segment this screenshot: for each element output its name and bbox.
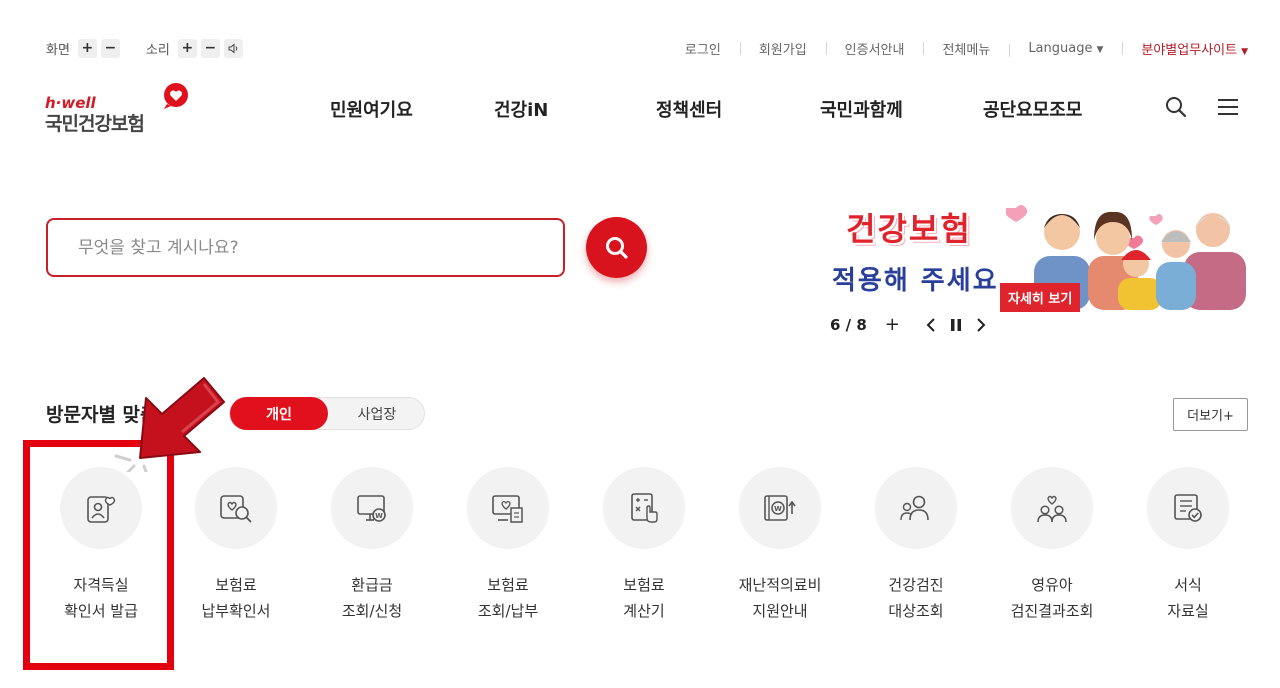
- quick-item-label-line2: 조회/신청: [341, 602, 403, 620]
- caret-down-icon: ▼: [1096, 44, 1104, 55]
- quick-item-payment-confirmation[interactable]: 보험료 납부확인서: [168, 467, 304, 624]
- quick-item-label-line1: 재난적의료비: [738, 576, 822, 594]
- certificate-guide-link[interactable]: 인증서안내: [825, 39, 924, 58]
- nav-policy-center[interactable]: 정책센터: [656, 96, 722, 122]
- accessibility-controls: 화면 + − 소리 + −: [46, 38, 243, 58]
- health-checkup-icon: [900, 495, 929, 521]
- top-links: 로그인 회원가입 인증서안내 전체메뉴 Language ▼ 분야별업무사이트 ▼: [666, 39, 1248, 58]
- visitor-type-toggle: 개인 사업장: [229, 397, 425, 430]
- search-heart-icon: [220, 495, 252, 523]
- quick-item-label-line2: 자료실: [1167, 602, 1209, 620]
- premium-pay-icon: [492, 495, 523, 523]
- quick-item-infant-checkup[interactable]: 영유아 검진결과조회: [984, 467, 1120, 624]
- logo-name: 국민건강보험: [45, 113, 145, 135]
- screen-size-label: 화면: [46, 42, 70, 58]
- quick-item-label-line1: 보험료: [487, 576, 529, 594]
- search-icon: [605, 236, 628, 259]
- quick-item-label-line1: 보험료: [623, 576, 665, 594]
- screen-zoom-out-button[interactable]: −: [100, 38, 120, 58]
- banner-headline: 건강보험: [846, 210, 972, 248]
- utility-bar: 화면 + − 소리 + − 로그인 회원가입 인증서안내 전체메뉴 Langua…: [46, 36, 1248, 60]
- quick-item-label-line2: 조회/납부: [477, 602, 539, 620]
- promo-banner[interactable]: 건강보험 적용해 주세요 자세히 보기: [828, 196, 1250, 314]
- screen-zoom-in-button[interactable]: +: [77, 38, 97, 58]
- quick-item-refund[interactable]: W 환급금 조회/신청: [304, 467, 440, 624]
- svg-text:W: W: [375, 512, 383, 520]
- quick-item-health-checkup[interactable]: 건강검진 대상조회: [848, 467, 984, 624]
- quick-item-premium-calculator[interactable]: 보험료 계산기: [576, 467, 712, 624]
- banner-counter: 6 / 8: [830, 315, 867, 334]
- nav-about-nhis[interactable]: 공단요모조모: [983, 96, 1082, 122]
- quick-item-label-line1: 환급금: [351, 576, 393, 594]
- quick-item-label-line1: 보험료: [215, 576, 257, 594]
- quick-item-label-line2: 계산기: [623, 602, 665, 620]
- volume-down-button[interactable]: −: [200, 38, 220, 58]
- field-sites-label: 분야별업무사이트: [1141, 42, 1238, 58]
- search-input[interactable]: [48, 220, 563, 275]
- field-sites-select[interactable]: 분야별업무사이트 ▼: [1122, 39, 1248, 58]
- search-icon[interactable]: [1165, 96, 1187, 118]
- nav-health-in[interactable]: 건강iN: [494, 96, 548, 122]
- language-select[interactable]: Language ▼: [1009, 40, 1122, 57]
- pointer-arrow-icon: [114, 377, 225, 472]
- tab-personal[interactable]: 개인: [230, 397, 328, 430]
- quick-item-forms-library[interactable]: 서식 자료실: [1120, 467, 1256, 624]
- infant-checkup-icon: [1037, 495, 1067, 523]
- quick-item-label-line2: 지원안내: [752, 602, 808, 620]
- quick-item-disaster-medical[interactable]: W 재난적의료비 지원안내: [712, 467, 848, 624]
- heart-logo-icon: [164, 83, 188, 109]
- nav-with-people[interactable]: 국민과함께: [820, 96, 903, 122]
- quick-item-label-line1: 영유아: [1031, 576, 1073, 594]
- quick-item-label-line2: 대상조회: [888, 602, 944, 620]
- refund-monitor-icon: W: [357, 495, 386, 522]
- calculator-icon: [631, 493, 658, 523]
- quick-item-label-line1: 서식: [1174, 576, 1202, 594]
- volume-up-button[interactable]: +: [177, 38, 197, 58]
- more-button[interactable]: 더보기+: [1173, 398, 1248, 431]
- full-menu-link[interactable]: 전체메뉴: [923, 39, 1009, 58]
- svg-text:W: W: [774, 505, 782, 513]
- chevron-left-icon[interactable]: [926, 317, 936, 332]
- search-button[interactable]: [586, 217, 647, 278]
- nav-civil-service[interactable]: 민원여기요: [330, 96, 413, 122]
- banner-more-button[interactable]: +: [885, 314, 900, 335]
- tab-business[interactable]: 사업장: [328, 398, 426, 429]
- forms-library-icon: [1174, 494, 1202, 522]
- sound-label: 소리: [145, 42, 170, 58]
- language-label: Language: [1028, 40, 1093, 56]
- quick-item-premium-payment[interactable]: 보험료 조회/납부: [440, 467, 576, 624]
- chevron-right-icon[interactable]: [976, 317, 986, 332]
- quick-item-label-line2: 검진결과조회: [1010, 602, 1094, 620]
- banner-detail-button[interactable]: 자세히 보기: [1000, 283, 1081, 312]
- login-link[interactable]: 로그인: [666, 39, 740, 58]
- pause-icon[interactable]: [950, 318, 962, 331]
- quick-item-label-line1: 건강검진: [888, 576, 944, 594]
- banner-subheadline: 적용해 주세요: [832, 266, 999, 296]
- menu-icon[interactable]: [1217, 96, 1239, 118]
- banner-controls: 6 / 8 +: [830, 314, 986, 335]
- speaker-icon[interactable]: [223, 38, 243, 58]
- search-box: [46, 218, 565, 277]
- disaster-medical-icon: W: [764, 495, 796, 521]
- quick-item-label-line2: 납부확인서: [201, 602, 271, 620]
- nhis-logo[interactable]: h·well 국민건강보험: [45, 80, 195, 136]
- caret-down-icon: ▼: [1241, 46, 1248, 57]
- highlight-box: [23, 440, 174, 670]
- signup-link[interactable]: 회원가입: [739, 39, 826, 58]
